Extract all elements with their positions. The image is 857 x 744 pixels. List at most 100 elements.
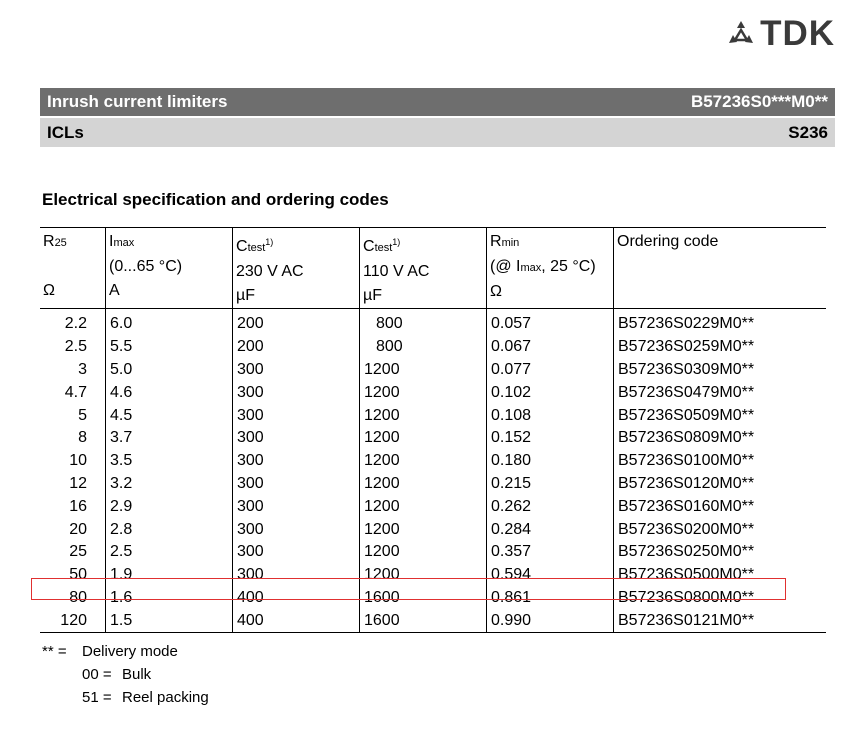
note-key: ** = (42, 643, 67, 660)
cell-r25: 8 (78, 429, 87, 447)
col-header-rmin: Rmin (@ Imax, 25 °C) Ω (486, 227, 614, 309)
cell-rmin: 0.262 (486, 495, 614, 519)
header-part-number: B57236S0***M0** (690, 92, 828, 111)
cell-rmin: 0.215 (486, 472, 614, 496)
header-title: Inrush current limiters (47, 92, 228, 111)
cell-r25: 4.7 (64, 383, 87, 401)
cell-imax: 1.9 (105, 563, 233, 587)
cell-r25: 10 (69, 452, 87, 470)
cell-ordering-code: B57236S0259M0** (613, 335, 826, 359)
brand-name: TDK (760, 14, 835, 53)
table-row: 80 1.6 400 1600 0.861 B57236S0800M0** (40, 586, 826, 610)
cell-imax: 5.0 (105, 358, 233, 382)
cell-ctest-110: 800 (359, 308, 487, 336)
table-row: 16 2.9 300 1200 0.262 B57236S0160M0** (40, 495, 826, 519)
table-row: 8 3.7 300 1200 0.152 B57236S0809M0** (40, 426, 826, 450)
cell-ordering-code: B57236S0809M0** (613, 426, 826, 450)
cell-rmin: 0.357 (486, 540, 614, 564)
cell-imax: 2.5 (105, 540, 233, 564)
cell-ctest-230: 200 (232, 335, 360, 359)
table-row: 20 2.8 300 1200 0.284 B57236S0200M0** (40, 518, 826, 541)
cell-r25: 16 (69, 497, 87, 515)
cell-ctest-230: 300 (232, 518, 360, 541)
cell-r25: 2.2 (64, 315, 87, 333)
cell-ordering-code: B57236S0121M0** (613, 609, 826, 634)
cell-rmin: 0.102 (486, 381, 614, 405)
cell-imax: 4.6 (105, 381, 233, 405)
table-row: 50 1.9 300 1200 0.594 B57236S0500M0** (40, 563, 826, 587)
table-row: 2.5 5.5 200 800 0.067 B57236S0259M0** (40, 335, 826, 359)
note-item-bulk: 00 = Bulk (82, 666, 152, 683)
cell-rmin: 0.152 (486, 426, 614, 450)
cell-r25: 120 (40, 609, 106, 634)
cell-ctest-110: 1200 (359, 449, 487, 473)
table-row: 2.2 6.0 200 800 0.057 B57236S0229M0** (40, 308, 826, 336)
cell-ctest-110: 1200 (359, 563, 487, 587)
cell-ordering-code: B57236S0800M0** (613, 586, 826, 610)
cell-rmin: 0.284 (486, 518, 614, 541)
cell-r25: 3 (78, 360, 87, 378)
cell-rmin: 0.180 (486, 449, 614, 473)
cell-ctest-110: 1200 (359, 358, 487, 382)
cell-ctest-110: 1200 (359, 404, 487, 427)
cell-imax: 2.9 (105, 495, 233, 519)
cell-r25: 20 (69, 520, 87, 538)
cell-ctest-230: 300 (232, 495, 360, 519)
cell-imax: 3.2 (105, 472, 233, 496)
cell-imax: 1.5 (105, 609, 233, 634)
cell-ctest-110: 1600 (359, 586, 487, 610)
tdk-logo: TDK (726, 14, 835, 54)
cell-rmin: 0.108 (486, 404, 614, 427)
table-row: 120 1.5 400 1600 0.990 B57236S0121M0** (40, 609, 826, 634)
cell-ctest-110: 1200 (359, 426, 487, 450)
subheader-bar: ICLs S236 (40, 118, 835, 147)
cell-ctest-110: 800 (359, 335, 487, 359)
cell-r25: 5 (78, 406, 87, 424)
cell-ordering-code: B57236S0500M0** (613, 563, 826, 587)
subheader-series: S236 (788, 122, 828, 142)
cell-ctest-230: 300 (232, 358, 360, 382)
col-header-ordering-code: Ordering code (613, 227, 826, 309)
table-row: 5 4.5 300 1200 0.108 B57236S0509M0** (40, 404, 826, 427)
cell-ordering-code: B57236S0509M0** (613, 404, 826, 427)
cell-ctest-110: 1200 (359, 381, 487, 405)
cell-imax: 5.5 (105, 335, 233, 359)
spec-table: R25 Ω Imax (0...65 °C) A Ctest1) 230 V A… (40, 227, 826, 634)
table-row: 4.7 4.6 300 1200 0.102 B57236S0479M0** (40, 381, 826, 405)
cell-ctest-230: 300 (232, 563, 360, 587)
cell-ordering-code: B57236S0120M0** (613, 472, 826, 496)
spec-table-body: 2.2 6.0 200 800 0.057 B57236S0229M0** 2.5 5.5 20… (40, 308, 826, 634)
table-row: 25 2.5 300 1200 0.357 B57236S0250M0** (40, 540, 826, 564)
cell-ordering-code: B57236S0200M0** (613, 518, 826, 541)
cell-rmin: 0.990 (486, 609, 614, 634)
col-header-ctest-110: Ctest1) 110 V AC µF (359, 227, 487, 309)
cell-imax: 3.7 (105, 426, 233, 450)
cell-ctest-230: 400 (232, 609, 360, 634)
cell-rmin: 0.067 (486, 335, 614, 359)
cell-rmin: 0.057 (486, 308, 614, 336)
cell-ctest-110: 1600 (359, 609, 487, 634)
cell-ordering-code: B57236S0250M0** (613, 540, 826, 564)
cell-ordering-code: B57236S0309M0** (613, 358, 826, 382)
cell-r25: 25 (69, 543, 87, 561)
cell-ordering-code: B57236S0229M0** (613, 308, 826, 336)
cell-ctest-110: 1200 (359, 495, 487, 519)
table-row: 10 3.5 300 1200 0.180 B57236S0100M0** (40, 449, 826, 473)
cell-r25: 80 (69, 588, 87, 606)
cell-ctest-230: 300 (232, 540, 360, 564)
cell-ctest-230: 200 (232, 308, 360, 336)
cell-imax: 2.8 (105, 518, 233, 541)
footnotes: ** = Delivery mode 00 = Bulk 51 = Reel p… (42, 640, 209, 709)
note-label: Delivery mode (82, 643, 178, 660)
cell-r25: 50 (69, 566, 87, 584)
cell-imax: 1.6 (105, 586, 233, 610)
cell-ordering-code: B57236S0160M0** (613, 495, 826, 519)
tdk-logo-icon (729, 21, 754, 43)
table-row: 3 5.0 300 1200 0.077 B57236S0309M0** (40, 358, 826, 382)
header-bar: Inrush current limiters B57236S0***M0** (40, 88, 835, 116)
cell-ctest-230: 300 (232, 381, 360, 405)
cell-imax: 6.0 (105, 308, 233, 336)
cell-ordering-code: B57236S0479M0** (613, 381, 826, 405)
cell-ctest-230: 300 (232, 404, 360, 427)
cell-rmin: 0.594 (486, 563, 614, 587)
